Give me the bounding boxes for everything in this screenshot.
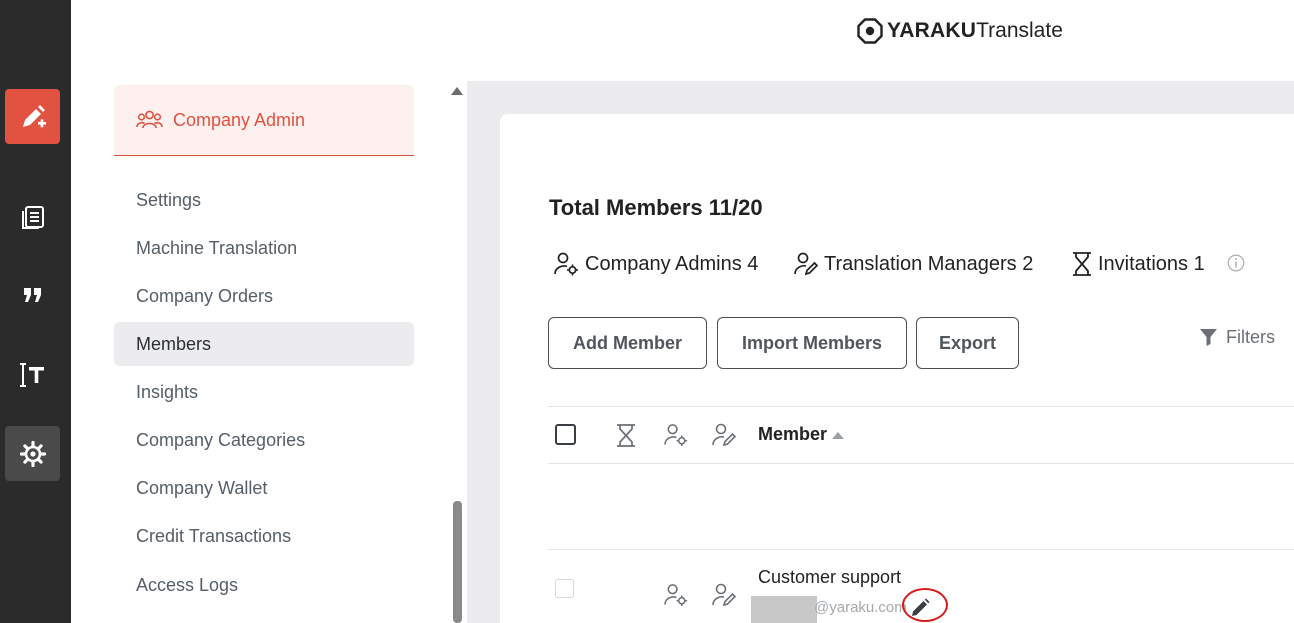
text-tools-button[interactable] bbox=[5, 347, 60, 402]
stat-translation-managers-label: Translation Managers 2 bbox=[824, 252, 1034, 275]
documents-button[interactable] bbox=[5, 189, 60, 244]
manager-user-pencil-icon bbox=[794, 252, 819, 276]
select-all-checkbox[interactable] bbox=[555, 424, 576, 445]
member-name: Customer support bbox=[758, 567, 902, 587]
member-column-header[interactable]: Member bbox=[758, 424, 845, 445]
quote-icon bbox=[23, 287, 41, 302]
sidebar-item-settings[interactable]: Settings bbox=[114, 178, 414, 222]
manager-role-icon[interactable] bbox=[711, 582, 737, 608]
email-redaction-mask bbox=[751, 596, 817, 623]
settings-button[interactable] bbox=[5, 426, 60, 481]
admin-user-gear-icon bbox=[554, 252, 578, 276]
import-members-button[interactable]: Import Members bbox=[717, 317, 907, 369]
hourglass-icon bbox=[1073, 252, 1091, 276]
sort-ascending-icon bbox=[832, 432, 845, 439]
stat-company-admins: Company Admins 4 bbox=[553, 251, 758, 277]
admin-role-icon[interactable] bbox=[663, 582, 689, 608]
hourglass-column-icon[interactable] bbox=[615, 423, 637, 448]
sidebar-item-company-wallet[interactable]: Company Wallet bbox=[114, 466, 414, 510]
text-cursor-icon bbox=[19, 362, 44, 387]
table-header-divider bbox=[548, 463, 1294, 464]
member-column-label: Member bbox=[758, 424, 828, 444]
app-icon-rail bbox=[0, 0, 71, 623]
total-members-heading: Total Members 11/20 bbox=[549, 195, 763, 220]
sidebar-item-members[interactable]: Members bbox=[114, 322, 414, 366]
admin-column-icon[interactable] bbox=[663, 422, 689, 448]
stat-translation-managers: Translation Managers 2 bbox=[793, 251, 1033, 277]
member-email: @yaraku.com bbox=[814, 599, 907, 616]
sidebar-item-credit-transactions[interactable]: Credit Transactions bbox=[114, 514, 414, 558]
edit-pencil-icon[interactable] bbox=[910, 598, 930, 618]
funnel-icon bbox=[1200, 329, 1217, 346]
filters-label: Filters bbox=[1226, 326, 1275, 347]
brand-name: YARAKU bbox=[887, 19, 977, 42]
sidebar-scrollbar-thumb[interactable] bbox=[453, 501, 462, 623]
sidebar-header-company-admin[interactable]: Company Admin bbox=[114, 85, 414, 156]
documents-icon bbox=[21, 205, 44, 229]
table-top-divider bbox=[548, 406, 1294, 407]
product-name: Translate bbox=[976, 19, 1063, 42]
yaraku-logo-icon bbox=[857, 18, 883, 44]
pencil-plus-icon bbox=[22, 104, 46, 127]
sidebar-item-company-categories[interactable]: Company Categories bbox=[114, 418, 414, 462]
sidebar-item-machine-translation[interactable]: Machine Translation bbox=[114, 226, 414, 270]
stat-invitations-label: Invitations 1 bbox=[1098, 252, 1205, 275]
stat-company-admins-label: Company Admins 4 bbox=[585, 252, 759, 275]
add-member-button[interactable]: Add Member bbox=[548, 317, 707, 369]
manager-column-icon[interactable] bbox=[711, 422, 737, 448]
sidebar-item-access-logs[interactable]: Access Logs bbox=[114, 563, 414, 607]
users-group-icon bbox=[136, 110, 163, 129]
row-checkbox[interactable] bbox=[555, 579, 574, 598]
info-icon[interactable] bbox=[1227, 254, 1245, 272]
brand-logo: YARAKU Translate bbox=[857, 16, 1063, 46]
translate-editor-button[interactable] bbox=[5, 89, 60, 144]
scroll-up-arrow-icon[interactable] bbox=[451, 87, 463, 95]
gear-icon bbox=[19, 440, 46, 467]
quotes-button[interactable] bbox=[5, 267, 60, 322]
stat-invitations: Invitations 1 bbox=[1071, 251, 1205, 277]
export-button[interactable]: Export bbox=[916, 317, 1019, 369]
sidebar-item-insights[interactable]: Insights bbox=[114, 370, 414, 414]
table-row-divider bbox=[548, 549, 1294, 550]
sidebar-item-company-orders[interactable]: Company Orders bbox=[114, 274, 414, 318]
sidebar-header-label: Company Admin bbox=[173, 109, 306, 130]
filters-button[interactable]: Filters bbox=[1199, 324, 1275, 350]
